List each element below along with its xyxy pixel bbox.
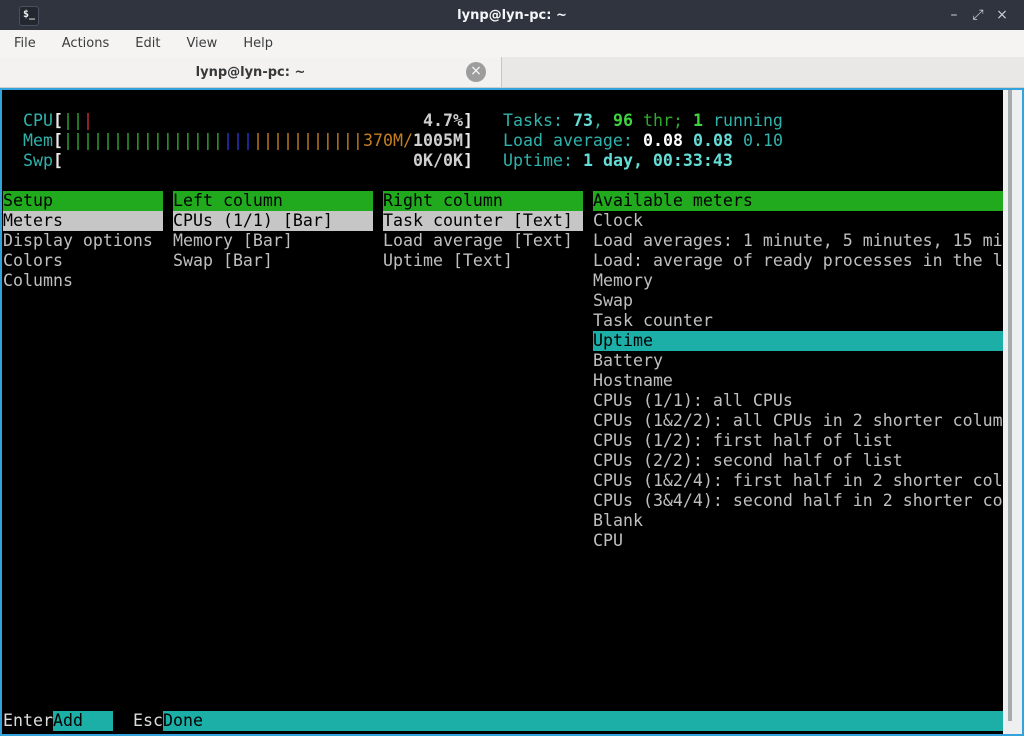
- mem-bar-cache: |||||||||||: [253, 131, 363, 151]
- mem-total-value: 1005M: [413, 131, 463, 151]
- panel-item[interactable]: Colors: [3, 251, 63, 271]
- terminal-tab[interactable]: lynp@lyn-pc: ~ ×: [0, 57, 502, 87]
- meter-text: [: [53, 111, 63, 131]
- meter-text: ]: [463, 131, 473, 151]
- panel-item[interactable]: CPUs (3&4/4): second half in 2 shorter c…: [593, 491, 1003, 511]
- meter-text: ]: [463, 151, 473, 171]
- meter-text: ]: [463, 111, 473, 131]
- panel-item[interactable]: Meters: [3, 211, 163, 231]
- panel-item[interactable]: Columns: [3, 271, 73, 291]
- swap-value: 0K/0K: [413, 151, 463, 171]
- meter-text: ,: [593, 111, 613, 131]
- titlebar[interactable]: $_ lynp@lyn-pc: ~ – ⤢ ×: [0, 0, 1024, 30]
- function-key[interactable]: Enter: [3, 711, 53, 731]
- uptime-value: 1 day, 00:33:43: [583, 151, 733, 171]
- mem-used-value: 370M/: [363, 131, 413, 151]
- load-1min: 0.08: [643, 131, 683, 151]
- panel-item[interactable]: CPU: [593, 531, 623, 551]
- tab-label: lynp@lyn-pc: ~: [196, 65, 306, 80]
- scrollbar-thumb[interactable]: [1008, 90, 1012, 721]
- panel-item[interactable]: Load: average of ready processes in the …: [593, 251, 1003, 271]
- swap-meter-label: Swp: [23, 151, 53, 171]
- close-icon[interactable]: ×: [990, 7, 1014, 23]
- cpu-bar-green: ||: [63, 111, 83, 131]
- panel-header: Right column: [383, 191, 583, 211]
- meter-text: [: [53, 131, 63, 151]
- menu-item-edit[interactable]: Edit: [122, 36, 173, 51]
- panel-item[interactable]: Task counter: [593, 311, 713, 331]
- meter-text: running: [703, 111, 783, 131]
- meter-text: [: [53, 151, 63, 171]
- panel-item[interactable]: CPUs (1/1) [Bar]: [173, 211, 373, 231]
- function-action[interactable]: Add: [53, 711, 113, 731]
- cpu-bar-red: |: [83, 111, 93, 131]
- mem-meter-label: Mem: [23, 131, 53, 151]
- panel-item[interactable]: Memory [Bar]: [173, 231, 293, 251]
- panel-header: Setup: [3, 191, 163, 211]
- function-action[interactable]: Done: [163, 711, 1003, 731]
- terminal-app-icon: $_: [19, 6, 39, 26]
- mem-bar-used: ||||||||||||||||: [63, 131, 223, 151]
- uptime-label: Uptime:: [503, 151, 583, 171]
- terminal-window: $_ lynp@lyn-pc: ~ – ⤢ × File Actions Edi…: [0, 0, 1024, 736]
- running-count: 1: [693, 111, 703, 131]
- cpu-meter-value: 4.7%: [423, 111, 463, 131]
- terminal-area[interactable]: CPU[|||4.7%]Tasks: 73, 96 thr; 1 running…: [0, 88, 1024, 736]
- panel-item[interactable]: Display options: [3, 231, 153, 251]
- tabbar: lynp@lyn-pc: ~ ×: [0, 57, 1024, 88]
- htop-setup-screen[interactable]: CPU[|||4.7%]Tasks: 73, 96 thr; 1 running…: [2, 90, 1003, 734]
- panel-item[interactable]: CPUs (1&2/2): all CPUs in 2 shorter colu…: [593, 411, 1003, 431]
- panel-item[interactable]: Clock: [593, 211, 643, 231]
- meter-text: thr;: [633, 111, 693, 131]
- panel-item[interactable]: Load average [Text]: [383, 231, 573, 251]
- window-title: lynp@lyn-pc: ~: [0, 8, 1024, 23]
- tasks-label: Tasks:: [503, 111, 573, 131]
- menubar: File Actions Edit View Help: [0, 30, 1024, 57]
- panel-item[interactable]: Swap: [593, 291, 633, 311]
- cpu-meter-label: CPU: [23, 111, 53, 131]
- load-5min: 0.08: [693, 131, 733, 151]
- panel-item[interactable]: Hostname: [593, 371, 673, 391]
- panel-item[interactable]: Memory: [593, 271, 653, 291]
- panel-item[interactable]: CPUs (1/1): all CPUs: [593, 391, 793, 411]
- threads-count: 96: [613, 111, 633, 131]
- tab-close-icon[interactable]: ×: [466, 62, 486, 82]
- panel-header: Left column: [173, 191, 373, 211]
- maximize-icon[interactable]: ⤢: [966, 7, 990, 23]
- panel-item[interactable]: Swap [Bar]: [173, 251, 273, 271]
- panel-header: Available meters: [593, 191, 1003, 211]
- panel-item[interactable]: CPUs (1/2): first half of list: [593, 431, 893, 451]
- panel-item[interactable]: Blank: [593, 511, 643, 531]
- minimize-icon[interactable]: –: [942, 7, 966, 23]
- panel-item[interactable]: CPUs (2/2): second half of list: [593, 451, 903, 471]
- load-average-label: Load average:: [503, 131, 643, 151]
- panel-item[interactable]: CPUs (1&2/4): first half in 2 shorter co…: [593, 471, 1003, 491]
- panel-item[interactable]: Task counter [Text]: [383, 211, 583, 231]
- menu-item-view[interactable]: View: [173, 36, 230, 51]
- menu-item-file[interactable]: File: [1, 36, 49, 51]
- mem-bar-buffers: |||: [223, 131, 253, 151]
- menu-item-actions[interactable]: Actions: [49, 36, 123, 51]
- load-15min: 0.10: [743, 131, 783, 151]
- tasks-count: 73: [573, 111, 593, 131]
- window-controls: – ⤢ ×: [942, 0, 1014, 30]
- panel-item[interactable]: Load averages: 1 minute, 5 minutes, 15 m…: [593, 231, 1003, 251]
- function-key[interactable]: Esc: [133, 711, 163, 731]
- terminal-scrollbar[interactable]: [1003, 90, 1022, 734]
- panel-item-focused[interactable]: Uptime: [593, 331, 1003, 351]
- menu-item-help[interactable]: Help: [230, 36, 286, 51]
- panel-item[interactable]: Battery: [593, 351, 663, 371]
- panel-item[interactable]: Uptime [Text]: [383, 251, 513, 271]
